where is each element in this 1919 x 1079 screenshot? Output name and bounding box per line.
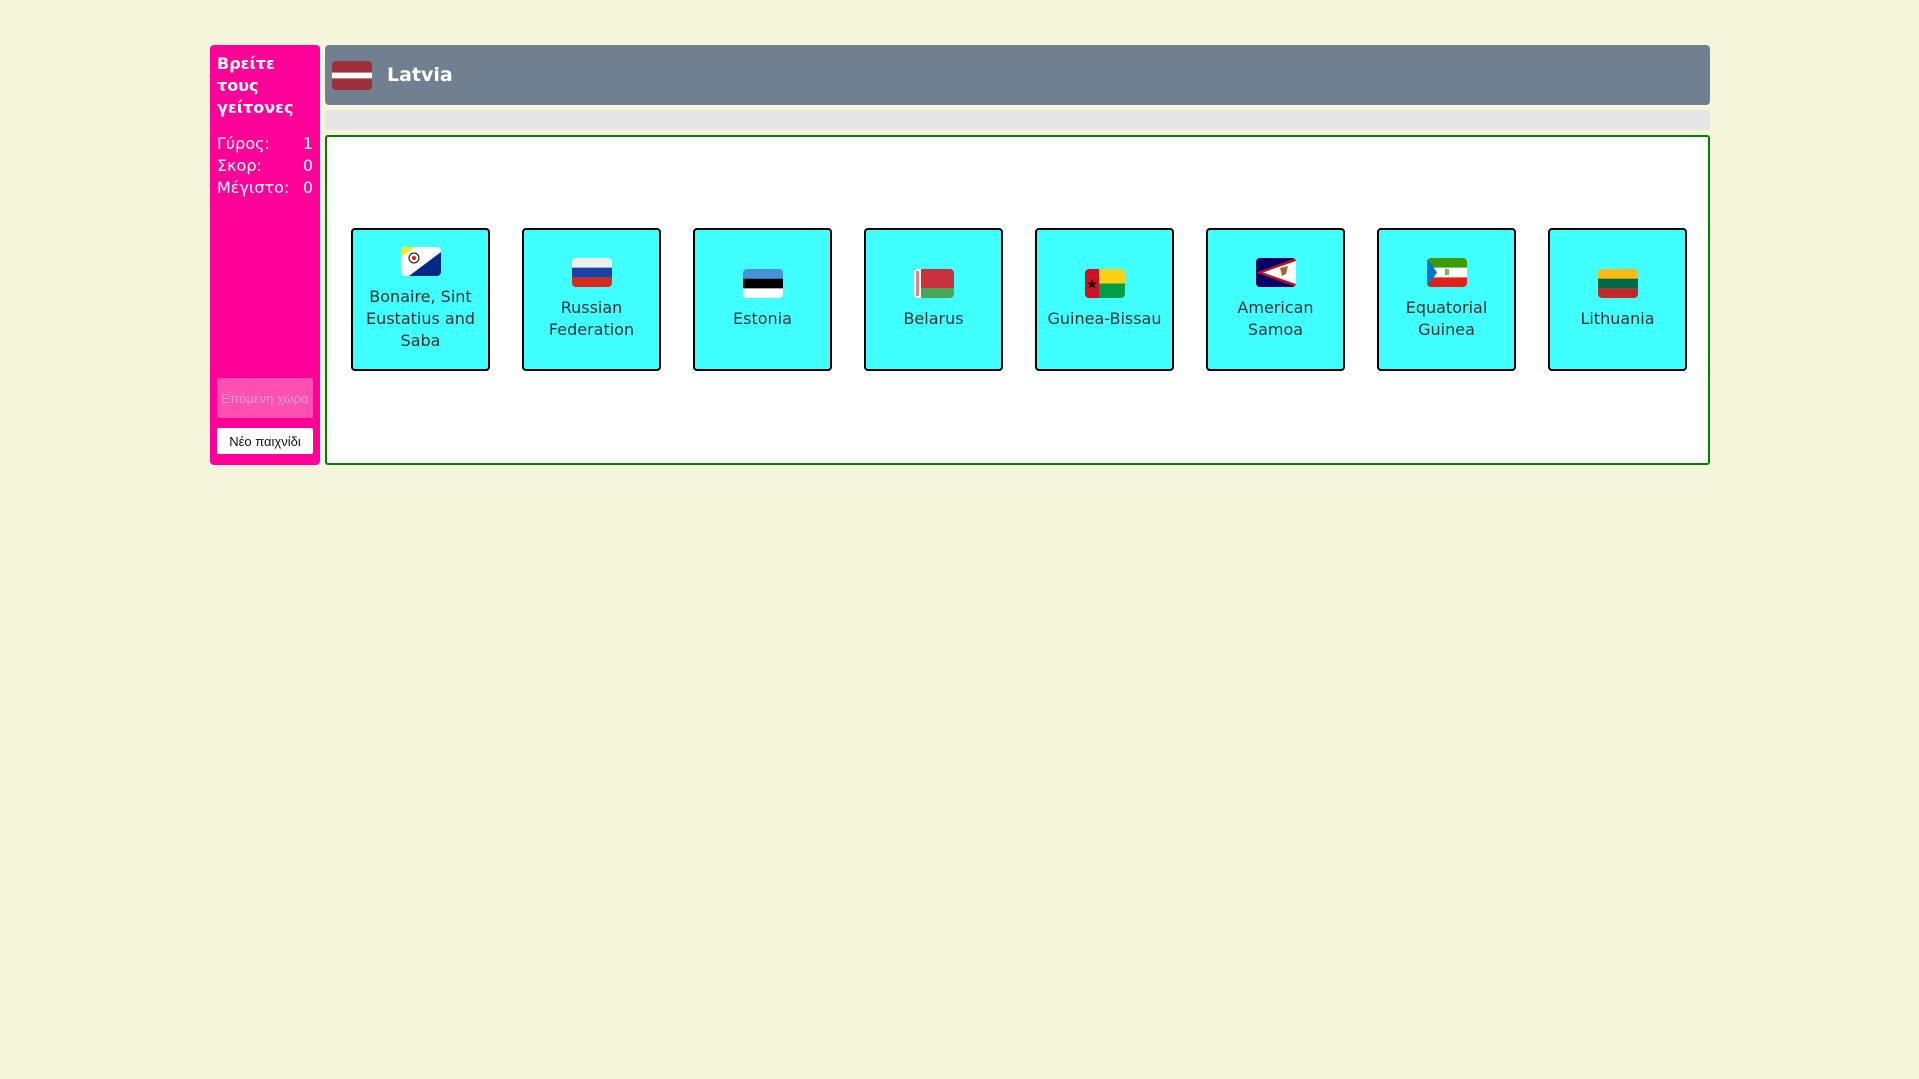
country-card-guinea-bissau[interactable]: Guinea-Bissau [1035, 228, 1174, 371]
country-card-equatorial-guinea[interactable]: Equatorial Guinea [1377, 228, 1516, 371]
stat-score: Σκορ: 0 [217, 155, 313, 177]
stat-score-label: Σκορ: [217, 156, 262, 175]
stat-score-value: 0 [302, 156, 313, 175]
country-card-label: Guinea-Bissau [1047, 309, 1162, 328]
country-card-label: Bonaire, Sint Eustatius and Saba [365, 287, 476, 350]
stat-round-label: Γύρος: [217, 134, 270, 153]
country-card-estonia[interactable]: Estonia [693, 228, 832, 371]
country-card-lithuania[interactable]: Lithuania [1548, 228, 1687, 371]
current-country-header: Latvia [325, 45, 1710, 105]
american-samoa-flag-icon [1255, 258, 1296, 287]
progress-bar [325, 110, 1710, 130]
game-title: Βρείτε τους γείτονες [217, 54, 294, 117]
country-cards: Bonaire, Sint Eustatius and Saba Russian… [351, 228, 1687, 371]
country-card-belarus[interactable]: Belarus [864, 228, 1003, 371]
current-country-name: Latvia [387, 64, 453, 86]
new-game-button[interactable]: Νέο παιχνίδι [217, 428, 313, 454]
stat-round-value: 1 [302, 134, 313, 153]
belarus-flag-icon [913, 269, 954, 298]
sidebar: Βρείτε τους γείτονες Γύρος: 1 Σκορ: 0 Μέ… [210, 45, 320, 465]
country-card-label: Russian Federation [548, 298, 635, 339]
bonaire-flag-icon [400, 247, 441, 276]
country-card-american-samoa[interactable]: American Samoa [1206, 228, 1345, 371]
next-country-button[interactable]: Επόμενη χώρα [217, 378, 313, 418]
equatorial-guinea-flag-icon [1426, 258, 1467, 287]
stat-best-label: Μέγιστο: [217, 178, 290, 197]
country-card-label: Belarus [903, 309, 964, 328]
country-card-bonaire[interactable]: Bonaire, Sint Eustatius and Saba [351, 228, 490, 371]
lithuania-flag-icon [1597, 269, 1638, 298]
country-card-label: Estonia [733, 309, 792, 328]
guinea-bissau-flag-icon [1084, 269, 1125, 298]
russia-flag-icon [571, 258, 612, 287]
stat-round: Γύρος: 1 [217, 133, 313, 155]
stat-best-value: 0 [302, 178, 313, 197]
stat-best: Μέγιστο: 0 [217, 177, 313, 199]
answer-board: Bonaire, Sint Eustatius and Saba Russian… [325, 135, 1710, 465]
country-card-label: Lithuania [1580, 309, 1655, 328]
latvia-flag-icon [332, 60, 372, 90]
country-card-label: Equatorial Guinea [1405, 298, 1488, 339]
country-card-russia[interactable]: Russian Federation [522, 228, 661, 371]
country-card-label: American Samoa [1237, 298, 1314, 339]
estonia-flag-icon [742, 269, 783, 298]
